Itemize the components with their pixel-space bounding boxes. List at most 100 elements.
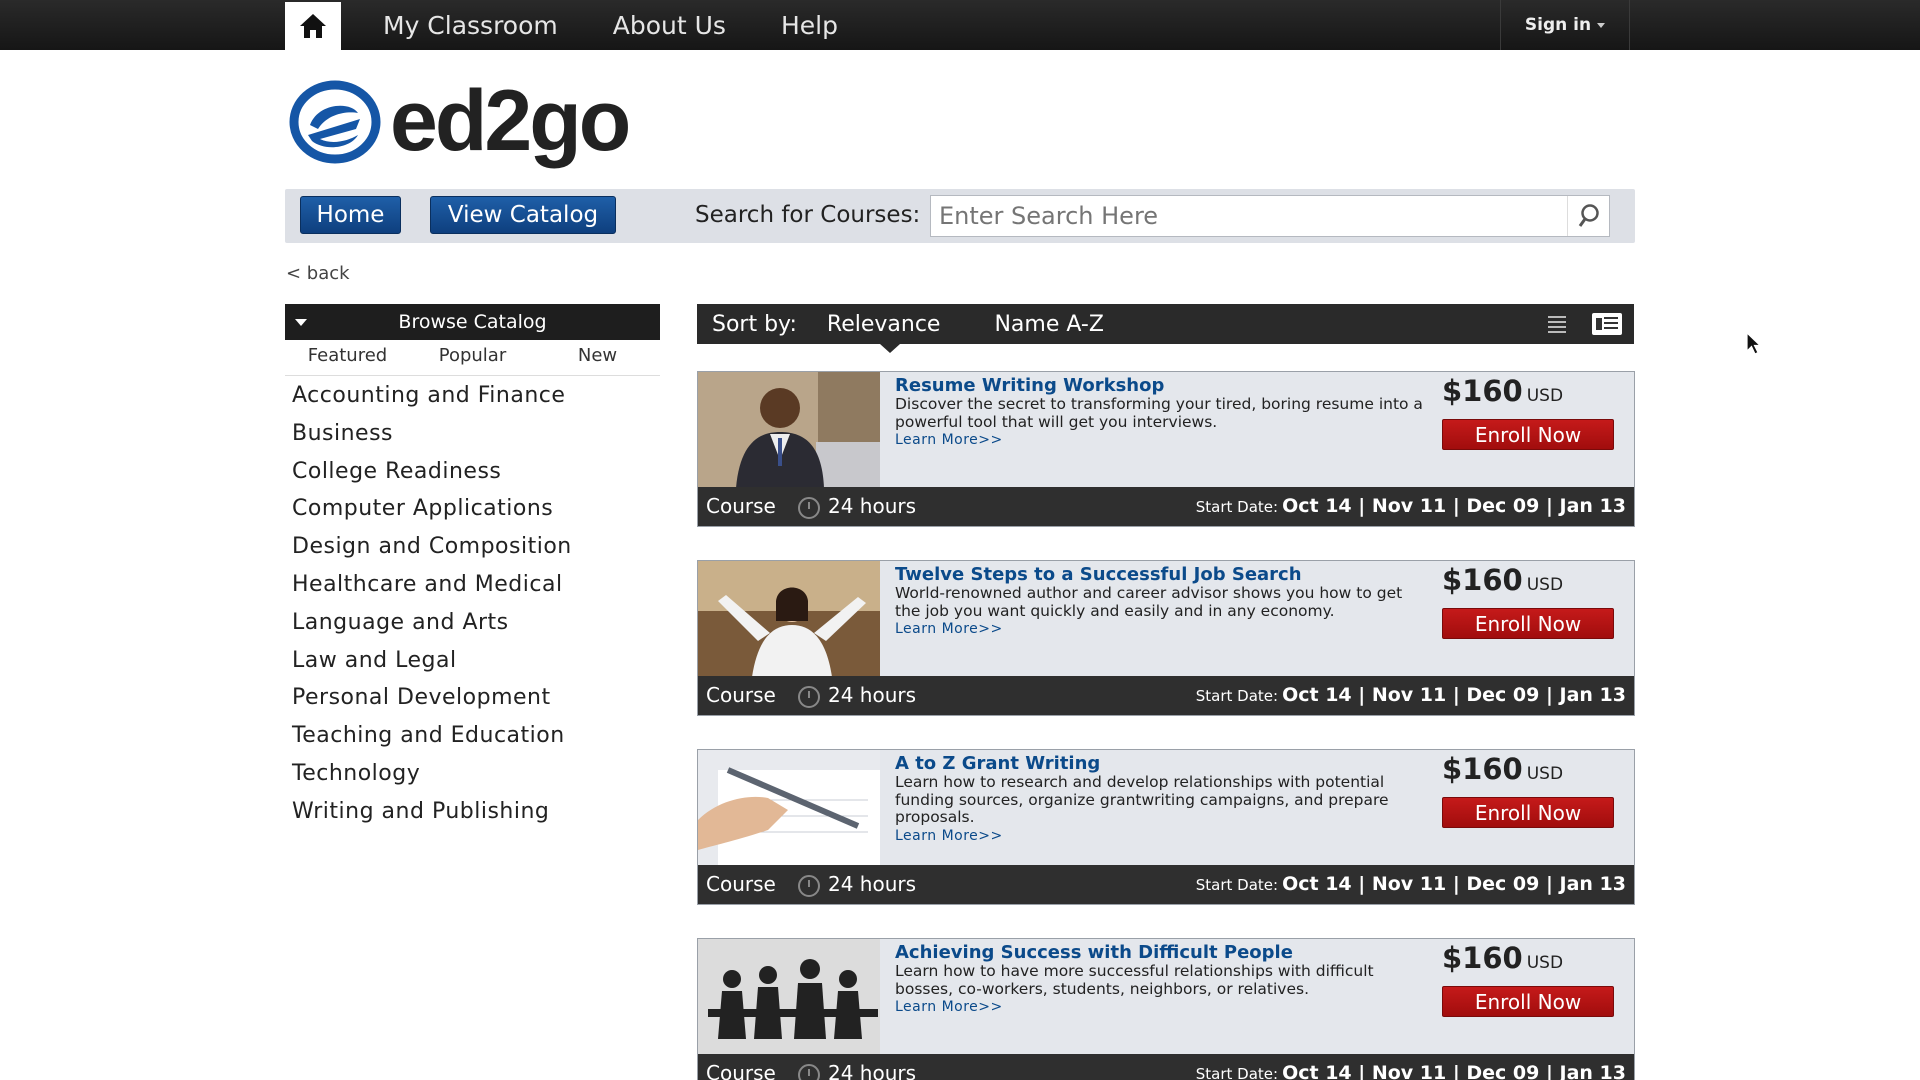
course-title[interactable]: Resume Writing Workshop xyxy=(895,376,1425,396)
category-item[interactable]: Personal Development xyxy=(292,682,572,720)
businessman-image-icon xyxy=(698,372,880,488)
top-nav-links: My Classroom About Us Help xyxy=(383,0,893,50)
learn-more-link[interactable]: Learn More>> xyxy=(895,620,1425,638)
browse-catalog-header[interactable]: Browse Catalog xyxy=(285,304,660,340)
nav-help[interactable]: Help xyxy=(781,11,838,40)
price-currency: USD xyxy=(1526,764,1564,784)
course-hours: 24 hours xyxy=(828,872,917,896)
enroll-now-button[interactable]: Enroll Now xyxy=(1442,419,1614,450)
course-hours: 24 hours xyxy=(828,494,917,518)
detail-view-icon[interactable] xyxy=(1592,313,1622,335)
meeting-silhouettes-image-icon xyxy=(698,939,880,1055)
search-box xyxy=(930,195,1610,237)
price-currency: USD xyxy=(1526,386,1564,406)
start-date-values: Oct 14 | Nov 11 | Dec 09 | Jan 13 xyxy=(1282,1062,1626,1080)
learn-more-link[interactable]: Learn More>> xyxy=(895,827,1425,845)
catalog-nav-row: Home View Catalog Search for Courses: xyxy=(285,189,1635,243)
course-card: A to Z Grant Writing Learn how to resear… xyxy=(697,749,1635,905)
category-item[interactable]: Computer Applications xyxy=(292,493,572,531)
home-button[interactable]: Home xyxy=(300,196,401,234)
sign-in-label: Sign in xyxy=(1524,15,1592,35)
price-currency: USD xyxy=(1526,575,1564,595)
course-type: Course xyxy=(706,683,776,707)
sign-in-menu[interactable]: Sign in xyxy=(1500,0,1630,50)
nav-about-us[interactable]: About Us xyxy=(613,11,726,40)
sort-relevance[interactable]: Relevance xyxy=(827,312,941,337)
top-navigation-bar: My Classroom About Us Help Sign in xyxy=(0,0,1920,50)
category-item[interactable]: College Readiness xyxy=(292,456,572,494)
learn-more-link[interactable]: Learn More>> xyxy=(895,998,1425,1016)
price-amount: $160 xyxy=(1442,941,1523,975)
enroll-now-button[interactable]: Enroll Now xyxy=(1442,797,1614,828)
ed2go-logo[interactable]: ed2go xyxy=(288,72,631,171)
home-icon xyxy=(300,14,326,38)
start-date-values: Oct 14 | Nov 11 | Dec 09 | Jan 13 xyxy=(1282,684,1626,706)
sort-selected-indicator xyxy=(880,344,900,353)
list-view-icon[interactable] xyxy=(1548,316,1566,333)
search-label: Search for Courses: xyxy=(695,202,921,228)
category-item[interactable]: Business xyxy=(292,418,572,456)
ed2go-logo-icon xyxy=(289,80,381,163)
start-date-label: Start Date: xyxy=(1195,1065,1279,1080)
writing-pen-image-icon xyxy=(698,750,880,866)
start-dates: Start Date: Oct 14 | Nov 11 | Dec 09 | Ja… xyxy=(1196,495,1626,517)
start-dates: Start Date: Oct 14 | Nov 11 | Dec 09 | Ja… xyxy=(1196,1062,1626,1080)
learn-more-link[interactable]: Learn More>> xyxy=(895,431,1425,449)
start-date-label: Start Date: xyxy=(1195,687,1279,705)
start-date-label: Start Date: xyxy=(1195,498,1279,516)
category-item[interactable]: Teaching and Education xyxy=(292,720,572,758)
back-link[interactable]: < back xyxy=(286,263,350,284)
mouse-cursor-icon xyxy=(1746,332,1762,355)
course-thumbnail[interactable] xyxy=(698,561,880,677)
enroll-now-button[interactable]: Enroll Now xyxy=(1442,608,1614,639)
enroll-now-button[interactable]: Enroll Now xyxy=(1442,986,1614,1017)
clock-icon xyxy=(798,686,820,708)
nav-my-classroom[interactable]: My Classroom xyxy=(383,11,558,40)
course-price: $160 USD xyxy=(1442,752,1563,786)
start-date-values: Oct 14 | Nov 11 | Dec 09 | Jan 13 xyxy=(1282,495,1626,517)
course-type: Course xyxy=(706,494,776,518)
course-hours: 24 hours xyxy=(828,683,917,707)
course-thumbnail[interactable] xyxy=(698,750,880,866)
start-date-values: Oct 14 | Nov 11 | Dec 09 | Jan 13 xyxy=(1282,873,1626,895)
course-thumbnail[interactable] xyxy=(698,372,880,488)
search-input[interactable] xyxy=(931,196,1551,236)
price-amount: $160 xyxy=(1442,374,1523,408)
course-title[interactable]: Achieving Success with Difficult People xyxy=(895,943,1425,963)
course-price: $160 USD xyxy=(1442,563,1563,597)
course-description: Discover the secret to transforming your… xyxy=(895,395,1423,431)
tab-featured[interactable]: Featured xyxy=(285,340,410,375)
celebrating-woman-image-icon xyxy=(698,561,880,677)
course-price: $160 USD xyxy=(1442,941,1563,975)
category-item[interactable]: Healthcare and Medical xyxy=(292,569,572,607)
category-item[interactable]: Law and Legal xyxy=(292,645,572,683)
course-footer: Course 24 hours Start Date: Oct 14 | Nov … xyxy=(698,676,1634,715)
home-tab[interactable] xyxy=(285,2,341,50)
course-description: Learn how to research and develop relati… xyxy=(895,773,1389,826)
start-dates: Start Date: Oct 14 | Nov 11 | Dec 09 | Ja… xyxy=(1196,873,1626,895)
price-amount: $160 xyxy=(1442,563,1523,597)
view-catalog-button[interactable]: View Catalog xyxy=(430,196,616,234)
category-item[interactable]: Writing and Publishing xyxy=(292,796,572,834)
clock-icon xyxy=(798,497,820,519)
course-hours: 24 hours xyxy=(828,1061,917,1080)
sort-name-az[interactable]: Name A-Z xyxy=(994,312,1103,337)
category-item[interactable]: Accounting and Finance xyxy=(292,380,572,418)
search-button[interactable] xyxy=(1567,196,1609,236)
course-thumbnail[interactable] xyxy=(698,939,880,1055)
category-item[interactable]: Language and Arts xyxy=(292,607,572,645)
category-item[interactable]: Design and Composition xyxy=(292,531,572,569)
clock-icon xyxy=(798,875,820,897)
browse-tabs: Featured Popular New xyxy=(285,340,660,376)
category-item[interactable]: Technology xyxy=(292,758,572,796)
sort-bar: Sort by: Relevance Name A-Z xyxy=(697,304,1634,344)
start-dates: Start Date: Oct 14 | Nov 11 | Dec 09 | Ja… xyxy=(1196,684,1626,706)
price-currency: USD xyxy=(1526,953,1564,973)
tab-popular[interactable]: Popular xyxy=(410,340,535,375)
course-title[interactable]: Twelve Steps to a Successful Job Search xyxy=(895,565,1425,585)
course-title[interactable]: A to Z Grant Writing xyxy=(895,754,1425,774)
clock-icon xyxy=(798,1064,820,1080)
tab-new[interactable]: New xyxy=(535,340,660,375)
start-date-label: Start Date: xyxy=(1195,876,1279,894)
browse-catalog-title: Browse Catalog xyxy=(398,311,547,333)
